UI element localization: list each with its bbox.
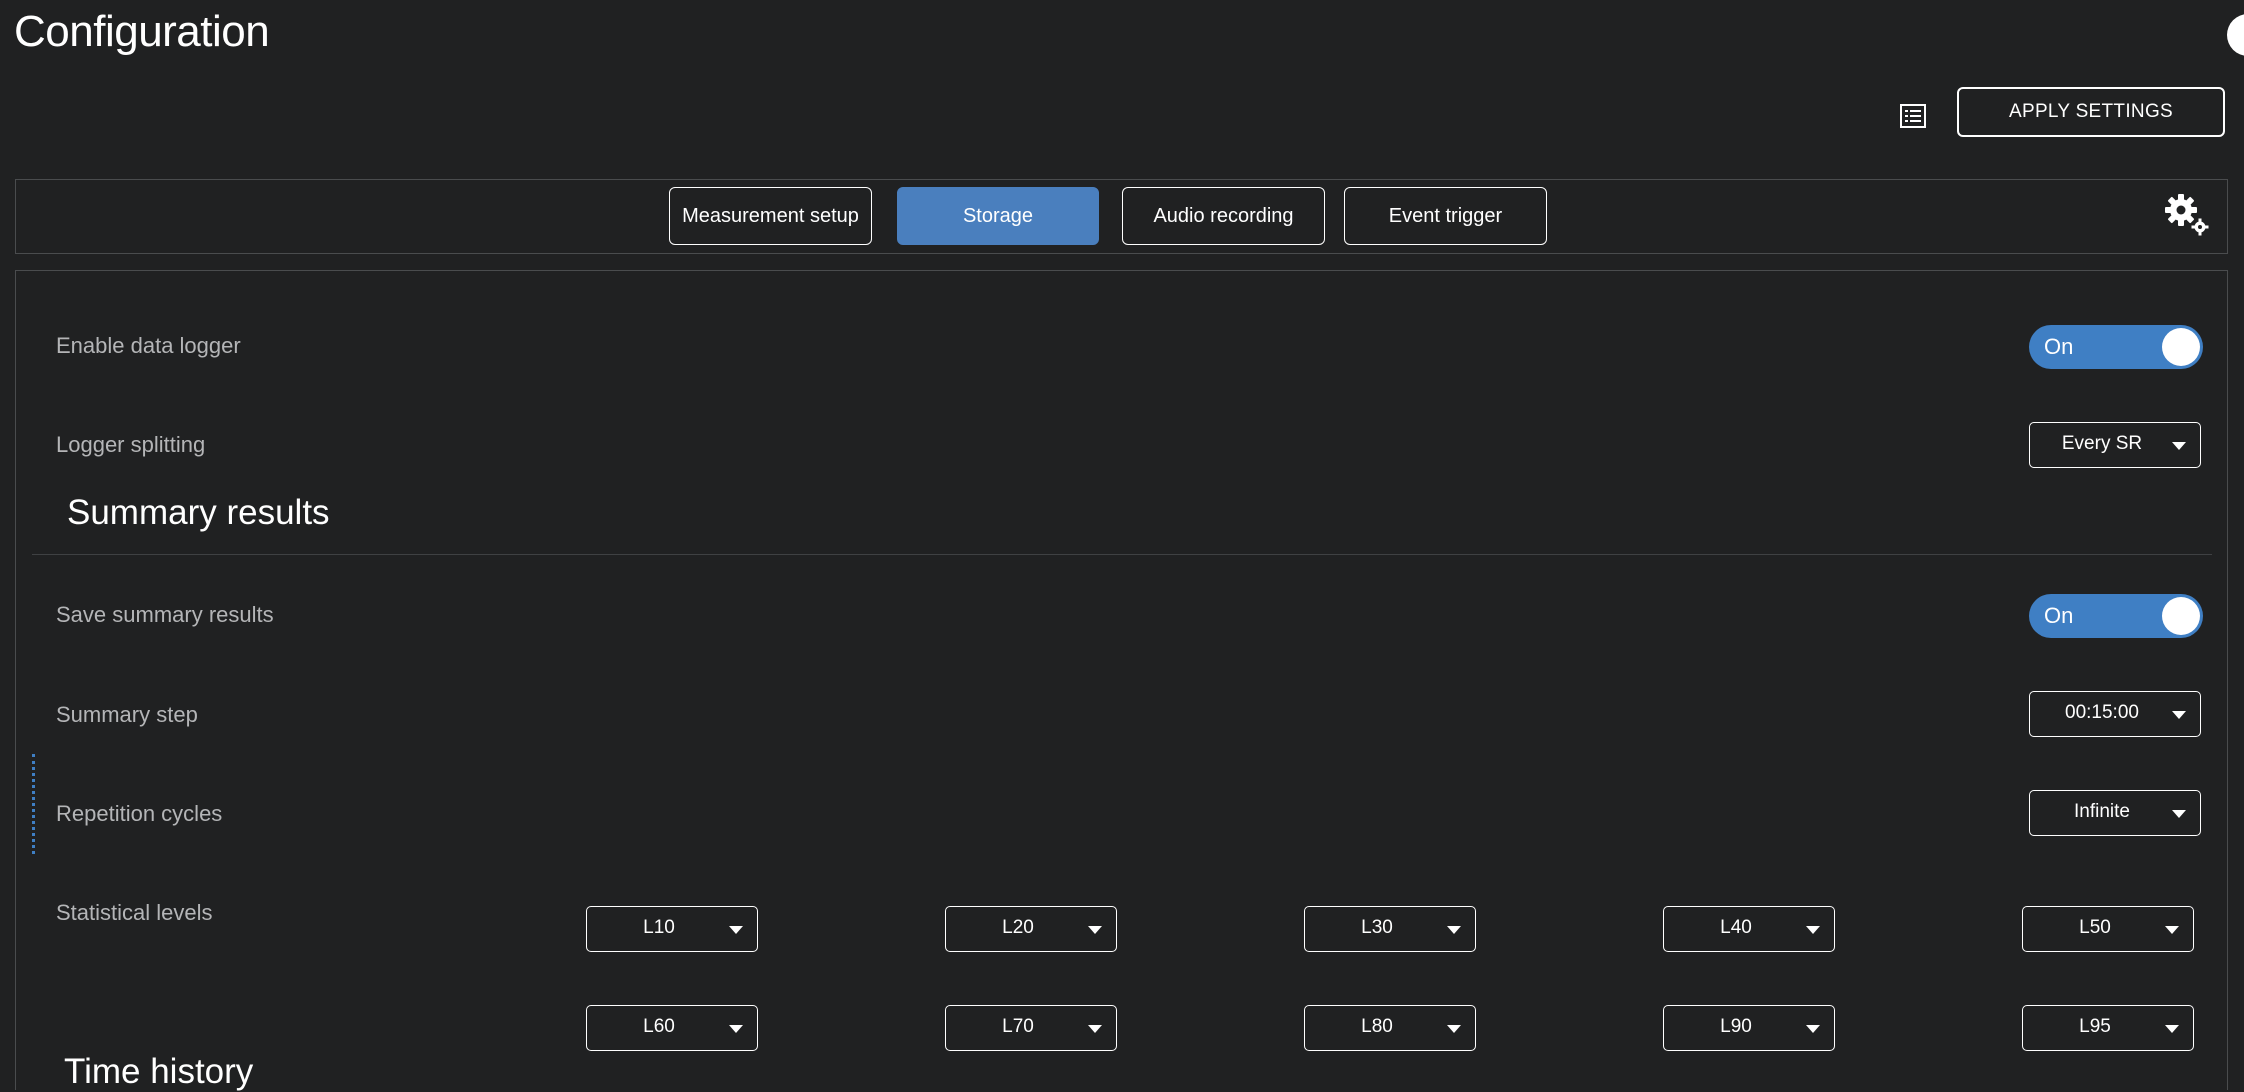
select-value: L20 (1002, 917, 1034, 938)
statistical-level-select[interactable]: L80 (1304, 1005, 1476, 1051)
statistical-level-select[interactable]: L50 (2022, 906, 2194, 952)
statistical-level-select[interactable]: L90 (1663, 1005, 1835, 1051)
chevron-down-icon (2172, 810, 2186, 818)
logger-splitting-select[interactable]: Every SR (2029, 422, 2201, 468)
select-value: L10 (643, 917, 675, 938)
statistical-level-select[interactable]: L60 (586, 1005, 758, 1051)
chevron-down-icon (2165, 926, 2179, 934)
select-value: Every SR (2061, 433, 2143, 454)
gear-icon[interactable] (2162, 191, 2210, 239)
save-summary-results-toggle[interactable]: On (2029, 594, 2203, 638)
corner-toggle-knob[interactable] (2227, 14, 2244, 56)
toggle-state-text: On (2044, 334, 2074, 359)
statistical-level-select[interactable]: L40 (1663, 906, 1835, 952)
statistical-level-select[interactable]: L30 (1304, 906, 1476, 952)
select-value: L30 (1361, 917, 1393, 938)
toggle-knob (2162, 328, 2200, 366)
chevron-down-icon (2172, 711, 2186, 719)
summary-results-heading: Summary results (67, 493, 330, 532)
statistical-level-select[interactable]: L70 (945, 1005, 1117, 1051)
save-summary-results-label: Save summary results (56, 602, 274, 627)
statistical-level-select[interactable]: L20 (945, 906, 1117, 952)
toggle-state-text: On (2044, 603, 2074, 628)
summary-step-select[interactable]: 00:15:00 (2029, 691, 2201, 737)
apply-settings-button[interactable]: APPLY SETTINGS (1957, 87, 2225, 137)
section-divider (32, 554, 2212, 555)
tab-bar: Measurement setup Storage Audio recordin… (15, 179, 2228, 254)
statistical-level-select[interactable]: L95 (2022, 1005, 2194, 1051)
chevron-down-icon (729, 926, 743, 934)
chevron-down-icon (1806, 926, 1820, 934)
repetition-cycles-select[interactable]: Infinite (2029, 790, 2201, 836)
summary-step-label: Summary step (56, 702, 198, 727)
chevron-down-icon (2165, 1025, 2179, 1033)
time-history-heading: Time history (64, 1052, 254, 1091)
chevron-down-icon (1088, 1025, 1102, 1033)
statistical-levels-label: Statistical levels (56, 900, 213, 925)
select-value: L70 (1002, 1016, 1034, 1037)
tab-storage[interactable]: Storage (897, 187, 1099, 245)
chevron-down-icon (1088, 926, 1102, 934)
statistical-level-select[interactable]: L10 (586, 906, 758, 952)
select-value: 00:15:00 (2065, 702, 2139, 723)
chevron-down-icon (1806, 1025, 1820, 1033)
focus-marker (32, 754, 35, 854)
repetition-cycles-label: Repetition cycles (56, 801, 223, 826)
chevron-down-icon (729, 1025, 743, 1033)
select-value: L90 (1720, 1016, 1752, 1037)
chevron-down-icon (2172, 442, 2186, 450)
tab-measurement-setup[interactable]: Measurement setup (669, 187, 872, 245)
page-title: Configuration (14, 7, 270, 56)
logger-splitting-label: Logger splitting (56, 432, 206, 457)
storage-settings-panel (15, 270, 2228, 1090)
chevron-down-icon (1447, 926, 1461, 934)
tab-audio-recording[interactable]: Audio recording (1122, 187, 1325, 245)
select-value: L50 (2079, 917, 2111, 938)
select-value: L95 (2079, 1016, 2111, 1037)
enable-data-logger-label: Enable data logger (56, 333, 241, 358)
tab-event-trigger[interactable]: Event trigger (1344, 187, 1547, 245)
toggle-knob (2162, 597, 2200, 635)
select-value: L60 (643, 1016, 675, 1037)
select-value: Infinite (2074, 801, 2130, 822)
chevron-down-icon (1447, 1025, 1461, 1033)
select-value: L80 (1361, 1016, 1393, 1037)
select-value: L40 (1720, 917, 1752, 938)
list-icon[interactable] (1900, 104, 1926, 128)
enable-data-logger-toggle[interactable]: On (2029, 325, 2203, 369)
